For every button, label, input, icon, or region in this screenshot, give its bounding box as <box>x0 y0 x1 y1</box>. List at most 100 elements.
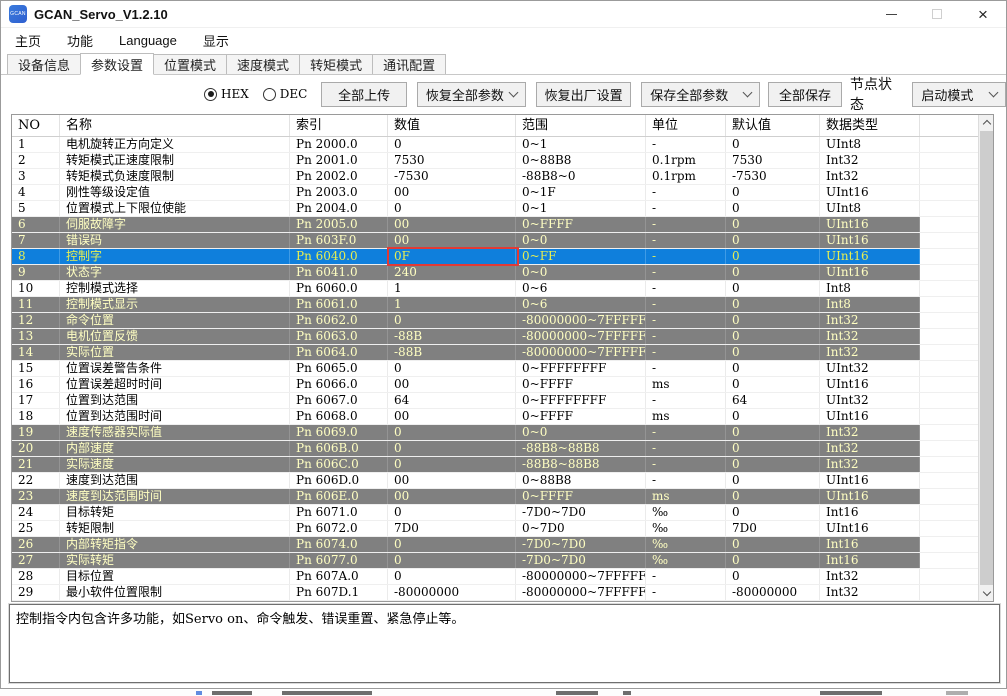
table-row-28[interactable]: 28目标位置Pn 607A.00-80000000~7FFFFFFF-0Int3… <box>12 569 978 585</box>
cell-range: 0~88B8 <box>516 153 646 168</box>
scroll-down-button[interactable] <box>979 586 994 601</box>
vertical-scrollbar[interactable] <box>978 115 993 601</box>
table-row-21[interactable]: 21实际速度Pn 606C.00-88B8~88B8-0Int32 <box>12 457 978 473</box>
cell-unit: - <box>646 185 726 200</box>
table-row-17[interactable]: 17位置到达范围Pn 6067.0640~FFFFFFFF-64UInt32 <box>12 393 978 409</box>
maximize-button[interactable] <box>914 1 960 27</box>
dec-radio[interactable]: DEC <box>263 87 308 101</box>
cell-name: 位置到达范围 <box>60 393 290 408</box>
table-row-2[interactable]: 2转矩模式正速度限制Pn 2001.075300~88B80.1rpm7530I… <box>12 153 978 169</box>
cell-index: Pn 606C.0 <box>290 457 388 472</box>
table-row-29[interactable]: 29最小软件位置限制Pn 607D.1-80000000-80000000~7F… <box>12 585 978 601</box>
table-row-15[interactable]: 15位置误差警告条件Pn 6065.000~FFFFFFFF-0UInt32 <box>12 361 978 377</box>
table-row-18[interactable]: 18位置到达范围时间Pn 6068.0000~FFFFms0UInt16 <box>12 409 978 425</box>
column-header-NO: NO <box>12 115 60 136</box>
cell-name: 伺服故障字 <box>60 217 290 232</box>
table-row-4[interactable]: 4刚性等级设定值Pn 2003.0000~1F-0UInt16 <box>12 185 978 201</box>
cell-range: 0~1F <box>516 185 646 200</box>
tab-4[interactable]: 转矩模式 <box>299 54 373 74</box>
table-row-8[interactable]: 8控制字Pn 6040.00F0~FF-0UInt16 <box>12 249 978 265</box>
cell-no: 2 <box>12 153 60 168</box>
cell-name: 位置误差警告条件 <box>60 361 290 376</box>
save-all-params-dropdown[interactable]: 保存全部参数 <box>641 82 760 107</box>
cell-type: UInt16 <box>820 521 920 536</box>
cell-value: 00 <box>388 473 516 488</box>
table-row-13[interactable]: 13电机位置反馈Pn 6063.0-88B-80000000~7FFFFFFF-… <box>12 329 978 345</box>
cell-no: 6 <box>12 217 60 232</box>
cell-unit: - <box>646 569 726 584</box>
tab-0[interactable]: 设备信息 <box>7 54 81 74</box>
cell-range: 0~FFFF <box>516 377 646 392</box>
table-row-7[interactable]: 7错误码Pn 603F.0000~0-0UInt16 <box>12 233 978 249</box>
start-mode-dropdown[interactable]: 启动模式 <box>912 82 1006 107</box>
table-row-6[interactable]: 6伺服故障字Pn 2005.0000~FFFF-0UInt16 <box>12 217 978 233</box>
start-mode-label: 启动模式 <box>921 85 973 104</box>
cell-unit: - <box>646 361 726 376</box>
restore-all-params-dropdown[interactable]: 恢复全部参数 <box>417 82 526 107</box>
table-row-10[interactable]: 10控制模式选择Pn 6060.010~6-0Int8 <box>12 281 978 297</box>
scrollbar-thumb[interactable] <box>980 131 993 585</box>
table-row-1[interactable]: 1电机旋转正方向定义Pn 2000.000~1-0UInt8 <box>12 137 978 153</box>
column-header-单位: 单位 <box>646 115 726 136</box>
table-row-27[interactable]: 27实际转矩Pn 6077.00-7D0~7D0‰0Int16 <box>12 553 978 569</box>
cell-no: 29 <box>12 585 60 600</box>
tab-5[interactable]: 通讯配置 <box>372 54 446 74</box>
cell-range: 0~6 <box>516 297 646 312</box>
menu-item-2[interactable]: Language <box>119 33 177 48</box>
chevron-up-icon <box>982 120 990 128</box>
cell-unit: - <box>646 265 726 280</box>
number-format-radios: HEX DEC <box>204 87 307 101</box>
table-row-12[interactable]: 12命令位置Pn 6062.00-80000000~7FFFFFFF-0Int3… <box>12 313 978 329</box>
table-row-19[interactable]: 19速度传感器实际值Pn 6069.000~0-0Int32 <box>12 425 978 441</box>
close-button[interactable]: × <box>960 1 1006 27</box>
cell-no: 9 <box>12 265 60 280</box>
cell-default: 0 <box>726 249 820 264</box>
cell-name: 命令位置 <box>60 313 290 328</box>
cell-index: Pn 6041.0 <box>290 265 388 280</box>
hex-radio[interactable]: HEX <box>204 87 249 101</box>
table-row-20[interactable]: 20内部速度Pn 606B.00-88B8~88B8-0Int32 <box>12 441 978 457</box>
menu-item-1[interactable]: 功能 <box>67 31 93 50</box>
tab-strip: 设备信息参数设置位置模式速度模式转矩模式通讯配置 <box>1 53 1006 75</box>
save-all-params-label: 保存全部参数 <box>650 85 728 104</box>
menu-item-0[interactable]: 主页 <box>15 31 41 50</box>
cell-type: UInt16 <box>820 265 920 280</box>
table-row-3[interactable]: 3转矩模式负速度限制Pn 2002.0-7530-88B8~00.1rpm-75… <box>12 169 978 185</box>
menu-item-3[interactable]: 显示 <box>203 31 229 50</box>
tab-1[interactable]: 参数设置 <box>80 53 154 75</box>
table-row-25[interactable]: 25转矩限制Pn 6072.07D00~7D0‰7D0UInt16 <box>12 521 978 537</box>
cell-unit: - <box>646 137 726 152</box>
tab-3[interactable]: 速度模式 <box>226 54 300 74</box>
cell-index: Pn 6066.0 <box>290 377 388 392</box>
table-row-22[interactable]: 22速度到达范围Pn 606D.0000~88B8-0UInt16 <box>12 473 978 489</box>
upload-all-button[interactable]: 全部上传 <box>321 82 406 107</box>
cell-name: 内部转矩指令 <box>60 537 290 552</box>
cell-index: Pn 2004.0 <box>290 201 388 216</box>
cell-no: 20 <box>12 441 60 456</box>
minimize-button[interactable] <box>868 1 914 27</box>
cell-range: -88B8~0 <box>516 169 646 184</box>
table-row-24[interactable]: 24目标转矩Pn 6071.00-7D0~7D0‰0Int16 <box>12 505 978 521</box>
table-row-16[interactable]: 16位置误差超时时间Pn 6066.0000~FFFFms0UInt16 <box>12 377 978 393</box>
cell-filler <box>920 169 978 184</box>
scroll-up-button[interactable] <box>979 115 994 130</box>
chevron-down-icon <box>989 88 999 98</box>
app-window: GCAN GCAN_Servo_V1.2.10 × 主页功能Language显示… <box>0 0 1007 689</box>
table-row-11[interactable]: 11控制模式显示Pn 6061.010~6-0Int8 <box>12 297 978 313</box>
cell-index: Pn 6067.0 <box>290 393 388 408</box>
taskbar-edge <box>0 690 1007 696</box>
table-row-5[interactable]: 5位置模式上下限位使能Pn 2004.000~1-0UInt8 <box>12 201 978 217</box>
cell-filler <box>920 249 978 264</box>
cell-range: 0~88B8 <box>516 473 646 488</box>
cell-unit: ms <box>646 489 726 504</box>
table-row-26[interactable]: 26内部转矩指令Pn 6074.00-7D0~7D0‰0Int16 <box>12 537 978 553</box>
table-row-9[interactable]: 9状态字Pn 6041.02400~0-0UInt16 <box>12 265 978 281</box>
cell-filler <box>920 537 978 552</box>
save-all-button[interactable]: 全部保存 <box>768 82 842 107</box>
tab-2[interactable]: 位置模式 <box>153 54 227 74</box>
cell-range: 0~0 <box>516 265 646 280</box>
table-row-23[interactable]: 23速度到达范围时间Pn 606E.0000~FFFFms0UInt16 <box>12 489 978 505</box>
table-row-14[interactable]: 14实际位置Pn 6064.0-88B-80000000~7FFFFFFF-0I… <box>12 345 978 361</box>
factory-reset-button[interactable]: 恢复出厂设置 <box>536 82 631 107</box>
cell-default: 0 <box>726 489 820 504</box>
